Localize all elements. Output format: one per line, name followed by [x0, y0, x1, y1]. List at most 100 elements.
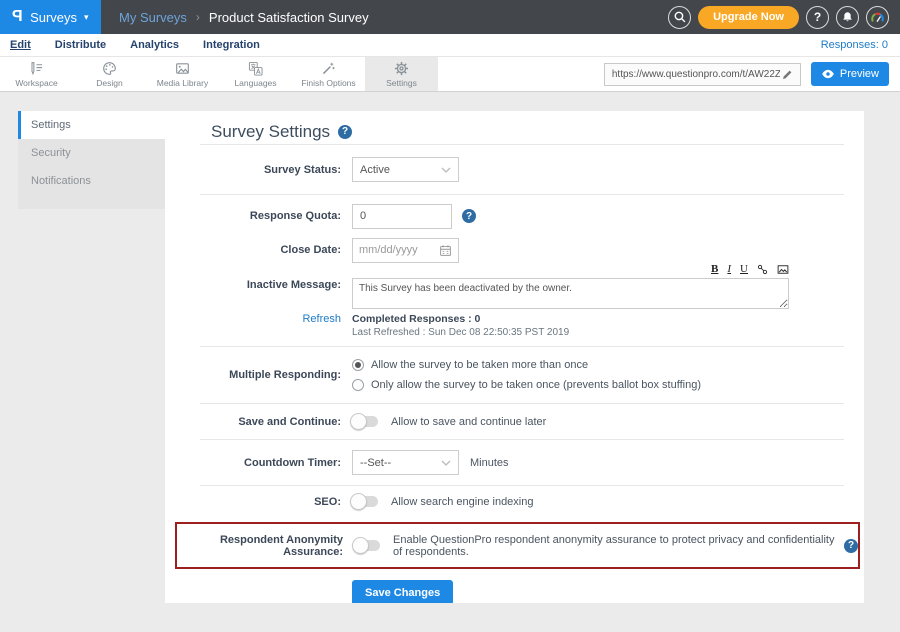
anonymity-label: Respondent Anonymity Assurance: [177, 534, 354, 558]
panel-title-row: Survey Settings ? [165, 111, 864, 144]
radio-option-label: Only allow the survey to be taken once (… [371, 379, 701, 391]
seo-description: Allow search engine indexing [391, 496, 533, 508]
sidebar-item-label: Settings [31, 119, 71, 131]
save-changes-button[interactable]: Save Changes [352, 580, 453, 603]
survey-settings-help-icon[interactable]: ? [338, 125, 352, 139]
sidebar-item-settings[interactable]: Settings [18, 111, 165, 139]
magic-wand-icon [321, 61, 336, 76]
picture-icon [777, 264, 789, 275]
multiple-responding-label: Multiple Responding: [165, 369, 352, 381]
palette-icon [102, 61, 117, 76]
sidebar-filler [18, 195, 165, 209]
workspace-icon [29, 61, 44, 76]
tab-label: Finish Options [301, 78, 355, 88]
close-date-field [352, 238, 459, 263]
radio-selected-icon[interactable] [352, 359, 364, 371]
tab-design[interactable]: Design [73, 57, 146, 91]
completed-responses-text: Completed Responses : 0 [352, 313, 864, 325]
notifications-button[interactable] [836, 6, 859, 29]
nav-tab-distribute[interactable]: Distribute [55, 39, 106, 51]
calendar-icon[interactable] [439, 244, 452, 257]
survey-status-select[interactable]: Active [352, 157, 459, 182]
tab-finish-options[interactable]: Finish Options [292, 57, 365, 91]
tab-media-library[interactable]: Media Library [146, 57, 219, 91]
breadcrumb-my-surveys[interactable]: My Surveys [119, 10, 187, 25]
pencil-icon [781, 68, 794, 81]
radio-option-multiple-allowed[interactable]: Allow the survey to be taken more than o… [352, 359, 588, 371]
survey-url-input[interactable] [612, 69, 780, 80]
toolbar-right: Preview [604, 57, 900, 91]
tab-label: Workspace [15, 78, 57, 88]
inactive-message-input[interactable]: This Survey has been deactivated by the … [352, 278, 789, 309]
upgrade-now-button[interactable]: Upgrade Now [698, 6, 799, 29]
insert-link-button[interactable] [757, 264, 768, 275]
edit-toolbar: Workspace Design Media Library Languages… [0, 56, 900, 92]
seo-toggle[interactable] [352, 496, 378, 507]
richtext-toolbar: B I U [352, 263, 789, 276]
save-row: Save Changes [165, 569, 864, 603]
survey-nav: Edit Distribute Analytics Integration Re… [0, 34, 900, 56]
tab-workspace[interactable]: Workspace [0, 57, 73, 91]
italic-button[interactable]: I [727, 264, 731, 275]
help-button[interactable]: ? [806, 6, 829, 29]
surveys-app-menu[interactable]: P Surveys ▾ [0, 0, 101, 34]
tab-label: Media Library [157, 78, 209, 88]
radio-unselected-icon[interactable] [352, 379, 364, 391]
save-and-continue-toggle[interactable] [352, 416, 378, 427]
anonymity-toggle[interactable] [354, 540, 380, 551]
content-area: Settings Security Notifications Survey S… [0, 92, 900, 632]
edit-url-button[interactable] [780, 68, 795, 81]
save-and-continue-label: Save and Continue: [165, 416, 352, 428]
page-title: Survey Settings [211, 122, 330, 142]
last-refreshed-text: Last Refreshed : Sun Dec 08 22:50:35 PST… [352, 327, 864, 338]
countdown-timer-label: Countdown Timer: [165, 457, 352, 469]
nav-tab-analytics[interactable]: Analytics [130, 39, 179, 51]
survey-settings-panel: Survey Settings ? Survey Status: Active … [165, 111, 864, 603]
survey-status-row: Survey Status: Active [165, 145, 864, 194]
sidebar-item-notifications[interactable]: Notifications [18, 167, 165, 195]
underline-button[interactable]: U [740, 264, 748, 275]
nav-tab-integration[interactable]: Integration [203, 39, 260, 51]
image-icon [175, 61, 190, 76]
question-mark-icon: ? [814, 10, 821, 24]
tab-languages[interactable]: Languages [219, 57, 292, 91]
close-date-input[interactable] [359, 244, 439, 256]
preview-button[interactable]: Preview [811, 62, 889, 86]
close-date-row: Close Date: [165, 237, 864, 263]
nav-tab-edit[interactable]: Edit [10, 39, 31, 51]
response-quota-input[interactable] [352, 204, 452, 229]
tab-label: Settings [386, 78, 417, 88]
response-quota-help-icon[interactable]: ? [462, 209, 476, 223]
chevron-down-icon: ▾ [84, 12, 89, 23]
inactive-message-label: Inactive Message: [165, 263, 352, 291]
response-quota-label: Response Quota: [165, 210, 352, 222]
survey-status-label: Survey Status: [165, 164, 352, 176]
multiple-responding-row: Multiple Responding: Allow the survey to… [165, 347, 864, 403]
save-and-continue-description: Allow to save and continue later [391, 416, 546, 428]
countdown-units-label: Minutes [470, 457, 509, 469]
radio-option-once-only[interactable]: Only allow the survey to be taken once (… [352, 379, 701, 391]
gauge-icon [870, 10, 885, 25]
countdown-timer-select[interactable]: --Set-- [352, 450, 459, 475]
gear-icon [394, 61, 409, 76]
inactive-message-row: Inactive Message: B I U [165, 263, 864, 310]
responses-count[interactable]: Responses: 0 [821, 39, 888, 51]
bold-button[interactable]: B [711, 264, 718, 275]
breadcrumb-separator-icon: › [196, 10, 200, 24]
search-button[interactable] [668, 6, 691, 29]
tab-settings[interactable]: Settings [365, 57, 438, 91]
refresh-link[interactable]: Refresh [302, 313, 341, 325]
questionpro-logo: P [12, 8, 23, 26]
translate-icon [248, 61, 263, 76]
sidebar-item-label: Security [31, 147, 71, 159]
sidebar-item-security[interactable]: Security [18, 139, 165, 167]
survey-url-box [604, 63, 801, 86]
tab-label: Design [96, 78, 122, 88]
save-and-continue-row: Save and Continue: Allow to save and con… [165, 404, 864, 439]
chevron-down-icon [441, 167, 451, 173]
countdown-timer-value: --Set-- [360, 457, 391, 469]
anonymity-help-icon[interactable]: ? [844, 539, 858, 553]
anonymity-description: Enable QuestionPro respondent anonymity … [393, 534, 836, 558]
dashboard-gauge-button[interactable] [866, 6, 889, 29]
insert-image-button[interactable] [777, 264, 789, 275]
